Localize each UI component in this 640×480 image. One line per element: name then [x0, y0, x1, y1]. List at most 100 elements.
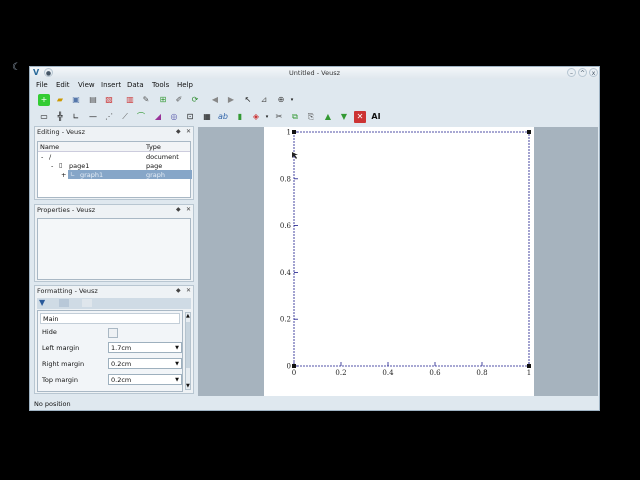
plot-page[interactable]: 0 0.2 0.4 0.6 0.8 1 0 0.2 0.4 0.6 0.8 1 — [264, 127, 534, 396]
tree-item-type: document — [146, 153, 179, 161]
selection-handle[interactable] — [527, 364, 531, 368]
left-margin-combo[interactable]: 1.7cm ▼ — [108, 342, 182, 353]
x-tick-label: 0.8 — [476, 369, 487, 377]
print-icon[interactable]: ▤ — [87, 94, 99, 106]
selection-handle[interactable] — [292, 364, 296, 368]
export-icon[interactable]: ▧ — [103, 94, 115, 106]
insert-label-icon[interactable]: ab — [217, 111, 229, 123]
dock-close-icon[interactable]: ✕ — [186, 128, 191, 135]
next-page-icon[interactable]: ▶ — [225, 94, 237, 106]
dock-close-icon[interactable]: ✕ — [186, 287, 191, 294]
select-pointer-icon[interactable]: ↖ — [242, 94, 254, 106]
status-bar: No position — [30, 397, 599, 410]
selection-handle[interactable] — [527, 130, 531, 134]
menu-file[interactable]: File — [36, 81, 48, 89]
delete-icon[interactable]: ✕ — [354, 111, 366, 123]
save-icon[interactable]: ▣ — [70, 94, 82, 106]
scrollbar-thumb[interactable] — [186, 322, 190, 368]
column-type[interactable]: Type — [146, 143, 161, 151]
insert-histogram-icon[interactable]: ▦ — [201, 111, 213, 123]
title-bar[interactable]: V ● Untitled - Veusz – ^ x — [30, 67, 599, 79]
graph-plot[interactable]: 0 0.2 0.4 0.6 0.8 1 0 0.2 0.4 0.6 0.8 1 — [264, 127, 534, 396]
line-format-tab-icon[interactable] — [59, 299, 69, 307]
format-row-hide: Hide — [42, 327, 182, 340]
formatting-scrollbar[interactable]: ▲ ▼ — [185, 312, 191, 390]
maximize-icon[interactable]: ^ — [578, 68, 587, 77]
dock-close-icon[interactable]: ✕ — [186, 206, 191, 213]
insert-function-icon[interactable]: ⟋ — [119, 111, 131, 123]
dock-float-icon[interactable]: ◆ — [176, 287, 181, 294]
zoom-dropdown-icon[interactable]: ▾ — [286, 94, 298, 106]
format-row-left-margin: Left margin 1.7cm ▼ — [42, 342, 182, 355]
selection-handle[interactable] — [292, 130, 296, 134]
dock-float-icon[interactable]: ◆ — [176, 128, 181, 135]
desktop-menu-icon[interactable]: ☾ — [12, 62, 21, 73]
insert-image-icon[interactable]: ◢ — [152, 111, 164, 123]
tree-row-selected[interactable]: + ∟ graph1 graph — [61, 170, 192, 179]
previous-page-icon[interactable]: ◀ — [209, 94, 221, 106]
dock-float-icon[interactable]: ◆ — [176, 206, 181, 213]
plot-window[interactable]: 0 0.2 0.4 0.6 0.8 1 0 0.2 0.4 0.6 0.8 1 — [198, 127, 598, 396]
right-margin-combo[interactable]: 0.2cm ▼ — [108, 358, 182, 369]
tree-row[interactable]: - ▯ page1 page — [38, 161, 190, 170]
close-icon[interactable]: x — [589, 68, 598, 77]
formatting-dock: Formatting - Veusz ◆ ✕ ▼ Main Hide Left … — [34, 285, 194, 394]
insert-vectorfield-icon[interactable]: ⊡ — [184, 111, 196, 123]
x-tick-label: 1 — [527, 369, 531, 377]
insert-axis-icon[interactable]: — — [87, 111, 99, 123]
read-data-points-icon[interactable]: ⊿ — [258, 94, 270, 106]
minimize-icon[interactable]: – — [567, 68, 576, 77]
tree-expander-icon[interactable]: - — [41, 153, 43, 161]
x-tick-label: 0.2 — [335, 369, 346, 377]
main-window: V ● Untitled - Veusz – ^ x File Edit Vie… — [29, 66, 600, 411]
insert-xy-icon[interactable]: ⋰ — [103, 111, 115, 123]
insert-page-icon[interactable]: ▭ — [38, 111, 50, 123]
left-margin-value: 1.7cm — [111, 344, 132, 352]
open-folder-icon[interactable]: ▰ — [54, 94, 66, 106]
menu-view[interactable]: View — [78, 81, 95, 89]
graph-frame[interactable] — [293, 131, 530, 367]
insert-colorbar-icon[interactable]: ▮ — [234, 111, 246, 123]
hide-checkbox[interactable] — [108, 328, 118, 338]
menu-tools[interactable]: Tools — [152, 81, 169, 89]
left-margin-label: Left margin — [42, 344, 80, 352]
format-section-header: Main — [40, 313, 180, 324]
x-tick-label: 0.4 — [382, 369, 394, 377]
edit-data-icon[interactable]: ✎ — [140, 94, 152, 106]
move-up-icon[interactable]: ▲ — [322, 111, 334, 123]
insert-grid-icon[interactable]: ╬ — [54, 111, 66, 123]
tree-expander-icon[interactable]: - — [51, 162, 53, 170]
y-tick-label: 0.2 — [280, 316, 291, 324]
cut-icon[interactable]: ✂ — [273, 111, 285, 123]
shape-dropdown-icon[interactable]: ▾ — [261, 111, 273, 123]
insert-contour-icon[interactable]: ◎ — [168, 111, 180, 123]
move-down-icon[interactable]: ▼ — [338, 111, 350, 123]
new-document-icon[interactable]: + — [38, 94, 50, 106]
column-name[interactable]: Name — [40, 143, 59, 151]
capture-data-icon[interactable]: ✐ — [173, 94, 185, 106]
paste-icon[interactable]: ⎘ — [305, 111, 317, 123]
menu-insert[interactable]: Insert — [101, 81, 121, 89]
reload-icon[interactable]: ⟳ — [189, 94, 201, 106]
rename-icon[interactable]: AI — [370, 111, 382, 123]
background-format-tab-icon[interactable] — [82, 299, 92, 307]
scroll-up-icon[interactable]: ▲ — [186, 313, 190, 319]
main-format-tab-icon[interactable]: ▼ — [39, 298, 45, 307]
insert-graph-icon[interactable]: ∟ — [70, 111, 82, 123]
tree-item-name: / — [49, 153, 52, 161]
create-dataset-icon[interactable]: ⊞ — [157, 94, 169, 106]
chevron-down-icon: ▼ — [175, 361, 179, 367]
tree-item-name: page1 — [69, 162, 90, 170]
tree-row[interactable]: - / document — [38, 152, 190, 161]
import-data-icon[interactable]: ▥ — [124, 94, 136, 106]
tree-expander-icon[interactable]: + — [61, 171, 66, 179]
menu-edit[interactable]: Edit — [56, 81, 70, 89]
copy-icon[interactable]: ⧉ — [289, 111, 301, 123]
menu-data[interactable]: Data — [127, 81, 144, 89]
chevron-down-icon: ▼ — [175, 377, 179, 383]
menu-help[interactable]: Help — [177, 81, 193, 89]
insert-fit-icon[interactable]: ⌒ — [135, 111, 147, 123]
scroll-down-icon[interactable]: ▼ — [186, 383, 190, 389]
widget-tree[interactable]: Name Type - / document - ▯ page1 page + … — [37, 141, 192, 198]
top-margin-combo[interactable]: 0.2cm ▼ — [108, 374, 182, 385]
